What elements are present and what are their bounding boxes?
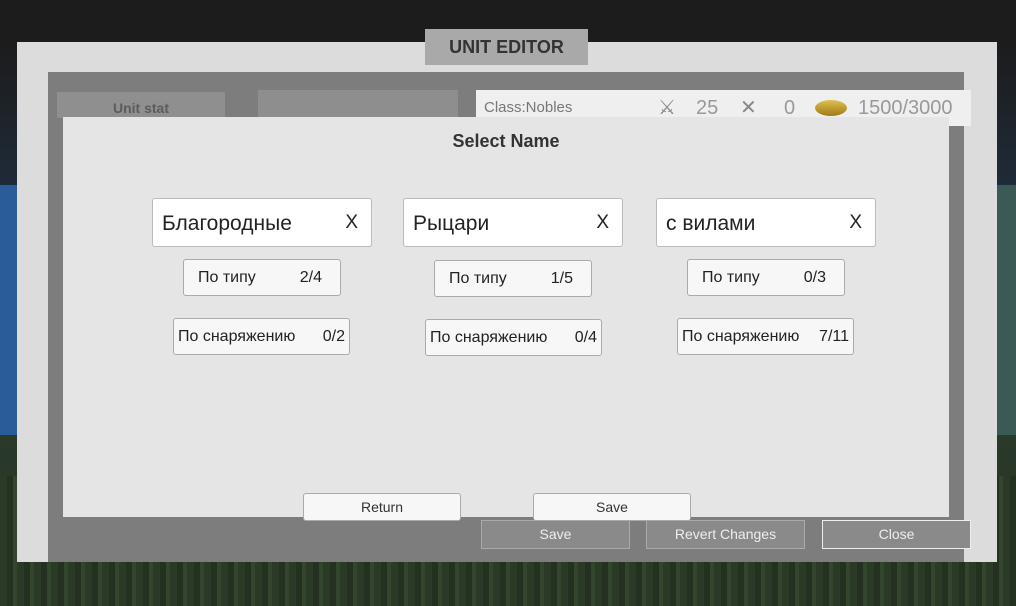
clear-button[interactable]: X (849, 212, 862, 234)
name-field-3[interactable]: с вилами X (656, 198, 876, 247)
filter-label: По снаряжению (178, 328, 296, 345)
revert-changes-button[interactable]: Revert Changes (646, 520, 805, 549)
name-field-bg[interactable] (258, 90, 458, 118)
by-type-button-1[interactable]: По типу 2/4 (183, 259, 341, 296)
return-button[interactable]: Return (303, 493, 461, 521)
clear-button[interactable]: X (345, 212, 358, 234)
name-field-value: с вилами (666, 212, 756, 235)
filter-count: 0/4 (574, 329, 597, 346)
save-button-bg[interactable]: Save (481, 520, 630, 549)
filter-label: По типу (198, 269, 256, 286)
save-button[interactable]: Save (533, 493, 691, 521)
filter-count: 0/2 (322, 328, 345, 345)
clear-button[interactable]: X (596, 212, 609, 234)
filter-label: По снаряжению (682, 328, 800, 345)
close-button[interactable]: Close (822, 520, 971, 549)
filter-count: 7/11 (819, 328, 849, 345)
filter-label: По снаряжению (430, 329, 548, 346)
coins-icon (815, 100, 847, 116)
by-type-button-2[interactable]: По типу 1/5 (434, 260, 592, 297)
class-label: Class:Nobles (484, 99, 573, 116)
window-title: UNIT EDITOR (425, 29, 588, 65)
name-field-value: Рыцари (413, 212, 490, 235)
select-name-dialog: Select Name Благородные X Рыцари X с вил… (63, 117, 949, 517)
filter-count: 0/3 (803, 269, 826, 286)
filter-label: По типу (449, 270, 507, 287)
unit-stat-tab[interactable]: Unit stat (57, 92, 225, 118)
filter-label: По типу (702, 269, 760, 286)
filter-count: 1/5 (550, 270, 573, 287)
filter-count: 2/4 (299, 269, 322, 286)
by-equipment-button-2[interactable]: По снаряжению 0/4 (425, 319, 602, 356)
dialog-title: Select Name (452, 131, 560, 151)
by-type-button-3[interactable]: По типу 0/3 (687, 259, 845, 296)
name-field-2[interactable]: Рыцари X (403, 198, 623, 247)
name-field-value: Благородные (162, 212, 292, 235)
by-equipment-button-3[interactable]: По снаряжению 7/11 (677, 318, 854, 355)
by-equipment-button-1[interactable]: По снаряжению 0/2 (173, 318, 350, 355)
name-field-1[interactable]: Благородные X (152, 198, 372, 247)
